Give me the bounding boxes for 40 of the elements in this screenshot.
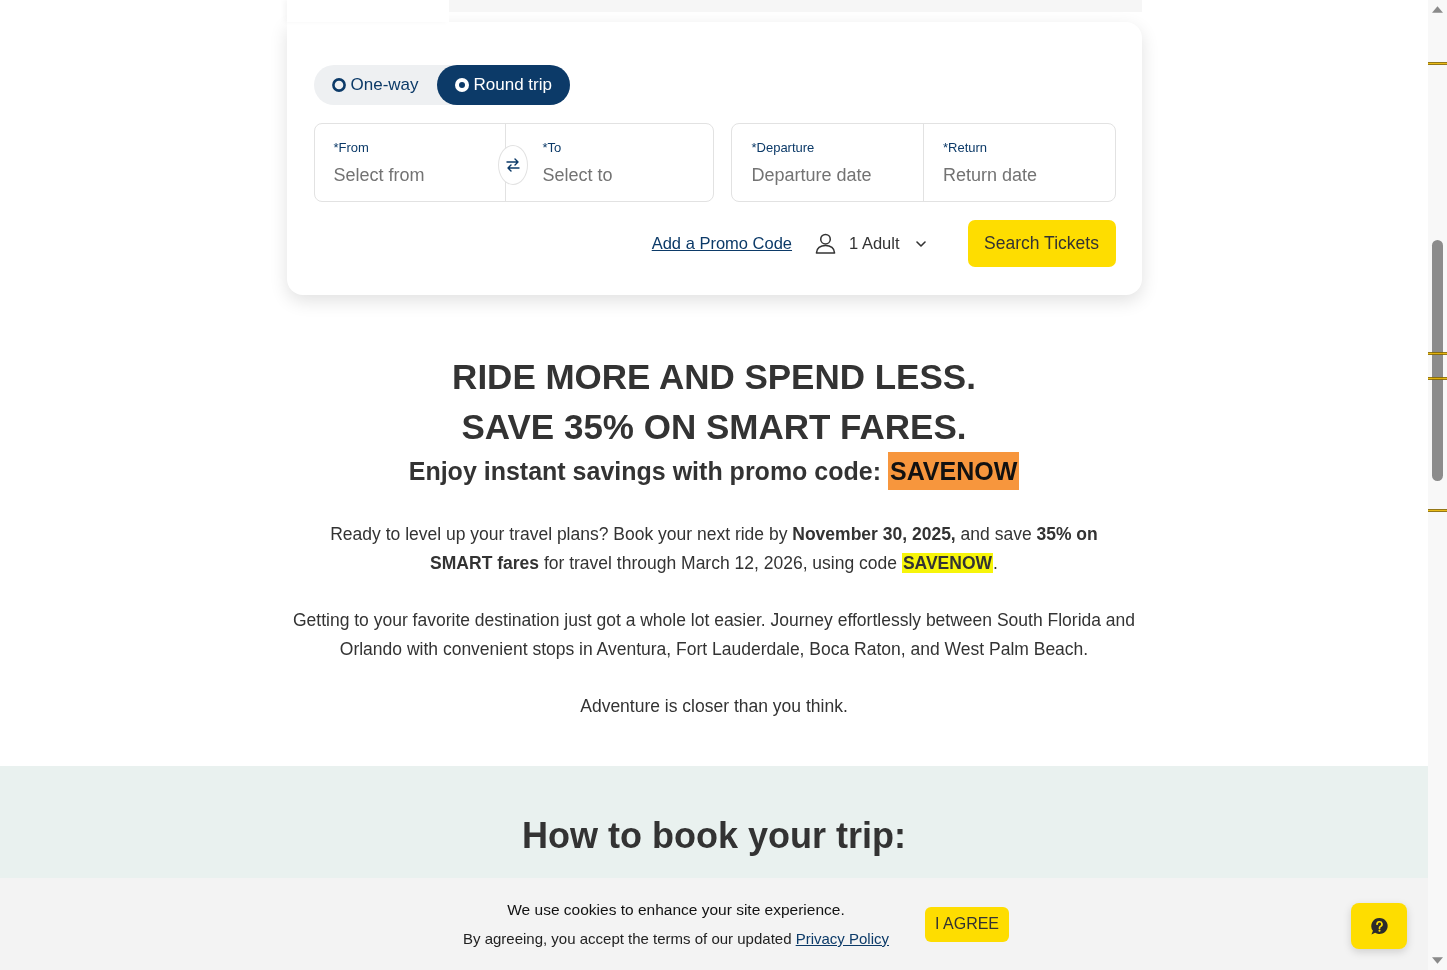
swap-button[interactable] <box>497 145 528 185</box>
scroll-marker-icon <box>1428 352 1447 355</box>
trip-type-option[interactable]: Round trip <box>436 65 570 105</box>
radio-selected-icon <box>454 78 469 92</box>
trip-type-option[interactable]: One-way <box>313 65 437 105</box>
scroll-marker-icon <box>1428 62 1447 65</box>
promo-code-link[interactable]: Add a Promo Code <box>651 234 793 253</box>
cookie-message: We use cookies to enhance your site experience. <box>507 900 845 920</box>
field-label: *From <box>333 139 369 157</box>
radio-icon <box>331 78 346 92</box>
scrollbar[interactable] <box>1428 0 1447 970</box>
body-paragraph: Getting to your favorite destination just got a whole lot easier. Journey effortlessly between South Florida and Orlando with convenient stops in Aventura, Fort Lauderdale, Boca Raton, and West Palm Beach. <box>291 609 1137 661</box>
cookie-terms: By agreeing, you accept the terms of our updated Privacy Policy <box>462 929 889 949</box>
date-field[interactable]: Departure date <box>751 162 913 188</box>
person-icon <box>815 233 837 254</box>
field-label: *Return <box>943 139 988 157</box>
privacy-policy-link[interactable]: Privacy Policy <box>795 930 889 947</box>
help-button[interactable] <box>1351 903 1407 949</box>
headline: SAVE 35% ON SMART FARES. <box>460 406 968 448</box>
swap-arrows-icon <box>504 157 521 173</box>
date-field[interactable]: Return date <box>943 162 1105 188</box>
scroll-down-arrow-icon[interactable] <box>1432 957 1443 964</box>
promo-subheading: Enjoy instant savings with promo code: SAVENOW <box>408 452 1020 490</box>
location-field[interactable]: Select to <box>542 162 704 188</box>
agree-button[interactable]: I AGREE <box>925 906 1010 942</box>
passenger-selector[interactable]: 1 Adult <box>815 233 926 254</box>
body-paragraph: Adventure is closer than you think. <box>579 695 849 718</box>
section-title: How to book your trip: <box>521 814 907 858</box>
body-paragraph: Ready to level up your travel plans? Book your next ride by November 30, 2025, and save 35% on SMART fares for travel through March 12, 2026, using code SAVENOW. <box>329 523 1099 575</box>
help-icon <box>1369 916 1389 936</box>
search-tickets-button[interactable]: Search Tickets <box>967 220 1116 267</box>
location-field[interactable]: Select from <box>333 162 495 188</box>
scrollbar-thumb[interactable] <box>1432 240 1443 481</box>
field-label: *To <box>542 139 562 157</box>
chevron-down-icon <box>915 240 926 247</box>
scroll-marker-icon <box>1428 509 1447 512</box>
scroll-marker-icon <box>1428 377 1447 380</box>
field-label: *Departure <box>751 139 815 157</box>
headline: RIDE MORE AND SPEND LESS. <box>451 356 977 398</box>
scroll-up-arrow-icon[interactable] <box>1432 6 1443 13</box>
